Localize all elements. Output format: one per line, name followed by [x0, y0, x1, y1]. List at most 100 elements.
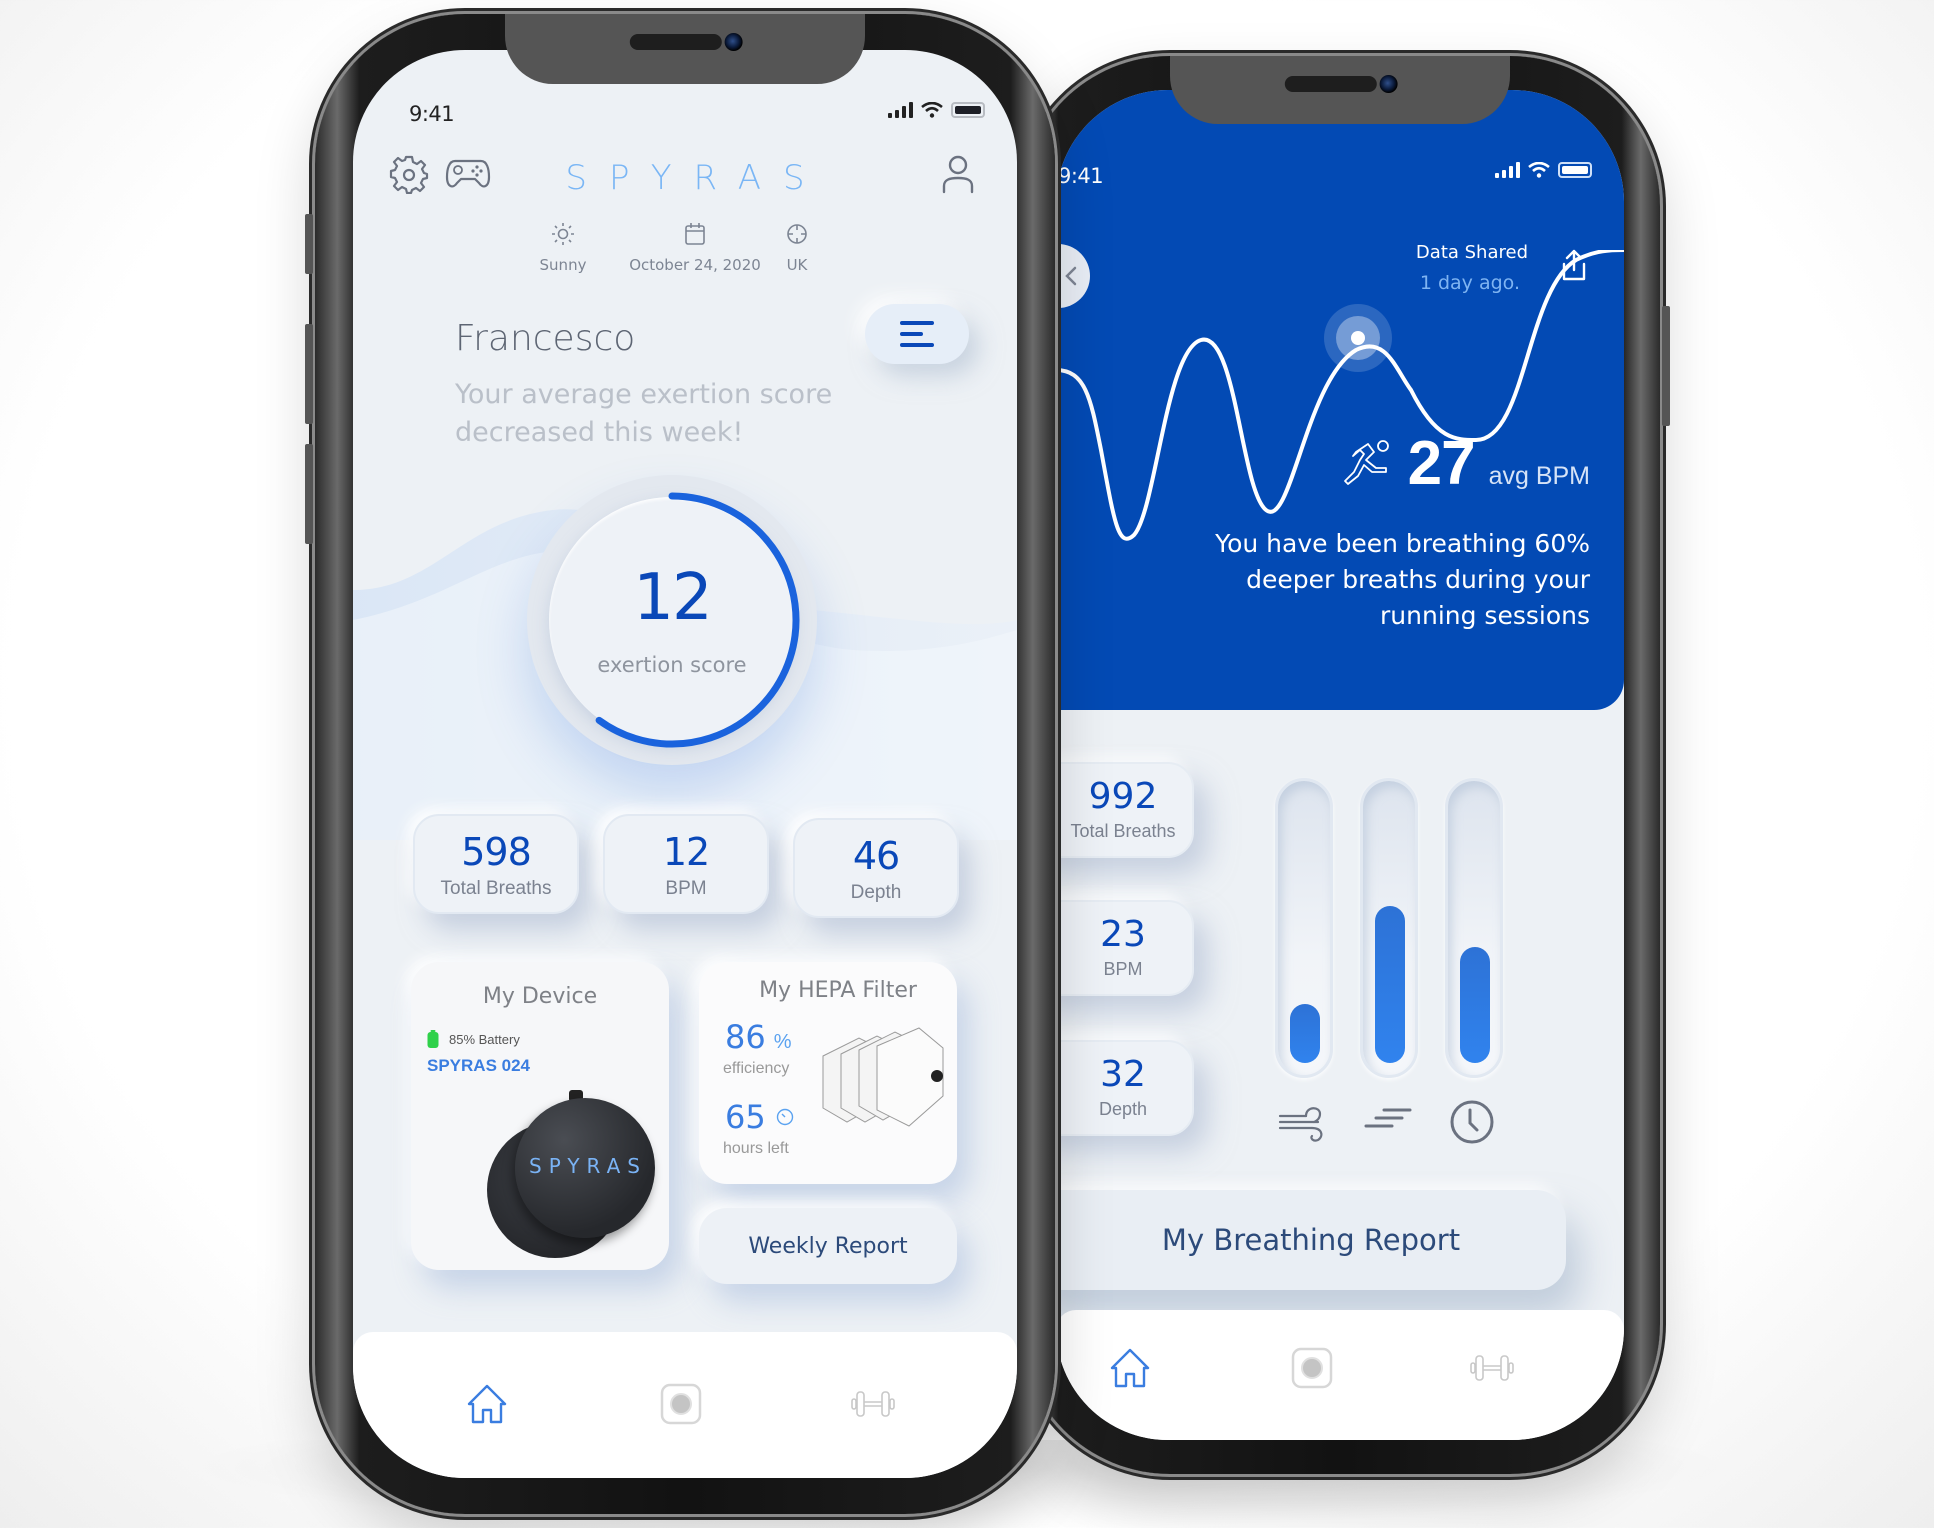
stat-label: Total Breaths: [440, 878, 552, 899]
menu-icon: [900, 321, 934, 347]
tab-record[interactable]: [1282, 1338, 1342, 1398]
volume-up-button: [305, 324, 313, 424]
tab-record[interactable]: [651, 1374, 711, 1434]
tab-home[interactable]: [457, 1374, 517, 1434]
level-fill: [1375, 906, 1405, 1063]
stat-card-total-breaths[interactable]: 598 Total Breaths: [413, 814, 579, 914]
battery-icon: [951, 102, 985, 118]
notch: [1170, 56, 1510, 124]
avg-bpm-value: 27: [1407, 429, 1476, 498]
stat-card-depth[interactable]: 32 Depth: [1056, 1040, 1194, 1136]
stat-value: 32: [1100, 1054, 1146, 1095]
device-card[interactable]: My Device 85% Battery SPYRAS 024 SPYRAS: [411, 962, 669, 1270]
user-name: Francesco: [455, 318, 636, 359]
stat-card-total-breaths[interactable]: 992 Total Breaths: [1056, 762, 1194, 858]
signal-icon: [1495, 162, 1520, 178]
crosshair-icon: [787, 224, 807, 244]
level-bar-speed: [1360, 778, 1418, 1078]
level-bar-airflow: [1275, 778, 1333, 1078]
stat-value: 12: [662, 830, 710, 874]
record-icon: [660, 1383, 702, 1425]
weekly-report-label: Weekly Report: [748, 1233, 908, 1259]
user-icon: [942, 155, 974, 194]
header-panel: 9:41 Data Shared 1 day ago. 27 avg BPM Y…: [1056, 90, 1624, 710]
device-image: SPYRAS: [487, 1082, 657, 1258]
tab-bar: [353, 1332, 1017, 1478]
status-icons: [888, 102, 985, 118]
breathing-wave-chart: [1056, 250, 1624, 541]
status-icons: [1495, 162, 1592, 178]
phone-left: 9:41 SPYRAS Sunny October 24, 2020 UK Fr…: [305, 14, 1055, 1514]
stat-label: Depth: [850, 882, 902, 903]
battery-level-icon: [427, 1030, 439, 1048]
status-time: 9:41: [1058, 164, 1104, 188]
wind-icon: [1278, 1107, 1323, 1142]
weather-text: Sunny: [539, 256, 587, 274]
battery-icon: [1558, 162, 1592, 178]
menu-button[interactable]: [865, 304, 969, 364]
level-fill: [1290, 1004, 1320, 1063]
speed-lines-icon: [1364, 1108, 1412, 1128]
tab-workout[interactable]: [843, 1374, 903, 1434]
efficiency-unit: %: [773, 1031, 792, 1053]
battery-status: 85% Battery: [427, 1030, 520, 1048]
device-card-title: My Device: [482, 984, 598, 1009]
avg-bpm: 27 avg BPM: [1342, 428, 1590, 499]
stat-value: 23: [1100, 914, 1146, 955]
device-logo: SPYRAS: [529, 1154, 647, 1178]
tab-workout[interactable]: [1462, 1338, 1522, 1398]
status-time: 9:41: [409, 102, 455, 126]
filter-hours: 65: [725, 1098, 794, 1136]
stat-card-bpm[interactable]: 12 BPM: [603, 814, 769, 914]
tab-home[interactable]: [1100, 1338, 1160, 1398]
stat-value: 598: [461, 830, 532, 874]
wifi-icon: [1528, 162, 1550, 178]
phone-right: 9:41 Data Shared 1 day ago. 27 avg BPM Y…: [1020, 56, 1670, 1474]
timer-icon: [776, 1108, 793, 1126]
stat-label: BPM: [665, 878, 707, 899]
avg-bpm-unit: avg BPM: [1488, 462, 1590, 490]
profile-button[interactable]: [941, 154, 975, 199]
brand-logo: SPYRAS: [565, 158, 827, 198]
level-fill: [1460, 947, 1490, 1063]
volume-down-button: [305, 444, 313, 544]
weekly-report-button[interactable]: Weekly Report: [699, 1208, 957, 1284]
filter-image: [822, 1027, 944, 1127]
home-icon: [1110, 1348, 1150, 1388]
efficiency-value: 86: [725, 1018, 766, 1056]
dumbbell-icon: [1470, 1355, 1514, 1381]
calendar-icon: [685, 223, 705, 245]
sun-icon: [552, 223, 574, 245]
notch: [505, 14, 865, 84]
stat-value: 992: [1088, 776, 1158, 817]
exertion-label: exertion score: [597, 653, 747, 677]
wave-marker-dot[interactable]: [1351, 331, 1365, 345]
clock-icon: [1450, 1100, 1494, 1144]
exertion-value: 12: [633, 561, 712, 635]
stat-card-bpm[interactable]: 23 BPM: [1056, 900, 1194, 996]
stat-label: Total Breaths: [1070, 821, 1176, 841]
wifi-icon: [921, 102, 943, 118]
stat-card-depth[interactable]: 46 Depth: [793, 818, 959, 918]
filter-card[interactable]: My HEPA Filter 86 % efficiency 65 hours …: [699, 962, 957, 1184]
exertion-gauge: 12 exertion score: [527, 475, 817, 765]
mute-switch: [305, 214, 313, 274]
stat-label: BPM: [1103, 959, 1143, 979]
insight-text: You have been breathing 60% deeper breat…: [1215, 529, 1590, 630]
breathing-detail-screen: 9:41 Data Shared 1 day ago. 27 avg BPM Y…: [1056, 90, 1624, 1440]
efficiency-label: efficiency: [723, 1060, 790, 1077]
hours-label: hours left: [723, 1140, 789, 1157]
breathing-report-button[interactable]: My Breathing Report: [1056, 1190, 1566, 1290]
location-text: UK: [786, 256, 808, 274]
filter-card-title: My HEPA Filter: [759, 978, 917, 1003]
record-icon: [1291, 1347, 1333, 1389]
signal-icon: [888, 102, 913, 118]
hours-value: 65: [725, 1098, 766, 1136]
stat-value: 46: [852, 834, 900, 878]
home-icon: [467, 1384, 507, 1424]
level-bar-duration: [1445, 778, 1503, 1078]
tab-bar: [1056, 1310, 1624, 1440]
device-name: SPYRAS 024: [427, 1056, 530, 1075]
runner-icon: [1343, 439, 1389, 485]
battery-text: 85% Battery: [449, 1031, 520, 1047]
